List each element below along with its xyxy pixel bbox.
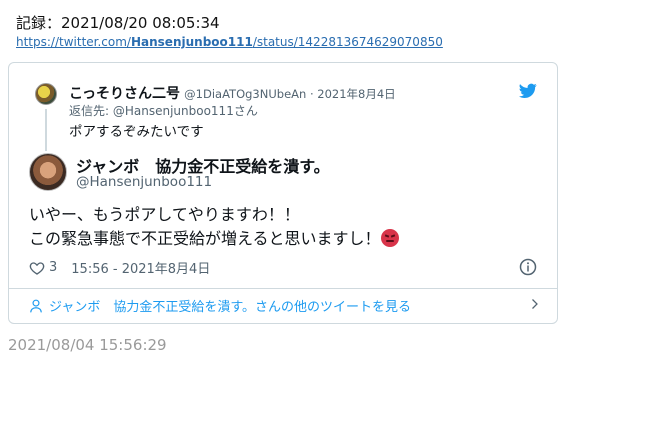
like-count[interactable]: 3 — [49, 260, 57, 275]
info-icon[interactable] — [519, 258, 537, 276]
tweet-line-2-wrap: この緊急事態で不正受給が増えると思いますし！ — [29, 227, 399, 251]
tweet-line-2: この緊急事態で不正受給が増えると思いますし！ — [29, 229, 381, 248]
link-user: Hansenjunboo111 — [130, 35, 253, 49]
parent-display-name[interactable]: こっそりさん二号 — [69, 86, 180, 102]
tweet-embed-card[interactable]: こっそりさん二号 @1DiaATOg3NUbeAn · 2021年8月4日 返信… — [8, 62, 558, 324]
more-tweets-link[interactable]: ジャンボ 協力金不正受給を潰す。さんの他のツイートを見る — [29, 296, 541, 315]
link-suffix: /status/1422813674629070850 — [252, 35, 443, 49]
chevron-right-icon — [532, 299, 538, 309]
source-tweet-link[interactable]: https://twitter.com/Hansenjunboo111/stat… — [16, 35, 443, 49]
tweet-actions: 3 15:56 - 2021年8月4日 — [29, 258, 210, 277]
tweet-timestamp[interactable]: 15:56 - 2021年8月4日 — [71, 258, 210, 277]
more-tweets-label: ジャンボ 協力金不正受給を潰す。さんの他のツイートを見る — [49, 300, 412, 315]
heart-icon[interactable] — [29, 260, 45, 276]
tweet-line-1: いやー、もうポアしてやりますわ！！ — [29, 205, 300, 224]
main-avatar[interactable] — [29, 153, 67, 191]
archive-date: 2021/08/04 15:56:29 — [8, 336, 167, 354]
parent-tweet-text: ポアするぞみたいです — [69, 124, 204, 140]
reply-to-label: 返信先: @Hansenjunboo111さん — [69, 104, 258, 118]
main-tweet-text: いやー、もうポアしてやりますわ！！ この緊急事態で不正受給が増えると思いますし！ — [29, 203, 399, 251]
record-timestamp: 記録：2021/08/20 08:05:34 — [16, 14, 220, 32]
thread-connector — [45, 109, 47, 151]
twitter-logo-icon[interactable] — [519, 83, 537, 99]
person-icon — [30, 299, 42, 312]
parent-meta[interactable]: @1DiaATOg3NUbeAn · 2021年8月4日 — [184, 87, 396, 101]
parent-avatar[interactable] — [35, 83, 57, 105]
main-handle[interactable]: @Hansenjunboo111 — [76, 174, 212, 190]
link-prefix: https://twitter.com/ — [16, 35, 131, 49]
parent-header: こっそりさん二号 @1DiaATOg3NUbeAn · 2021年8月4日 — [69, 83, 396, 103]
card-divider — [9, 288, 557, 289]
angry-face-emoji — [380, 229, 399, 247]
